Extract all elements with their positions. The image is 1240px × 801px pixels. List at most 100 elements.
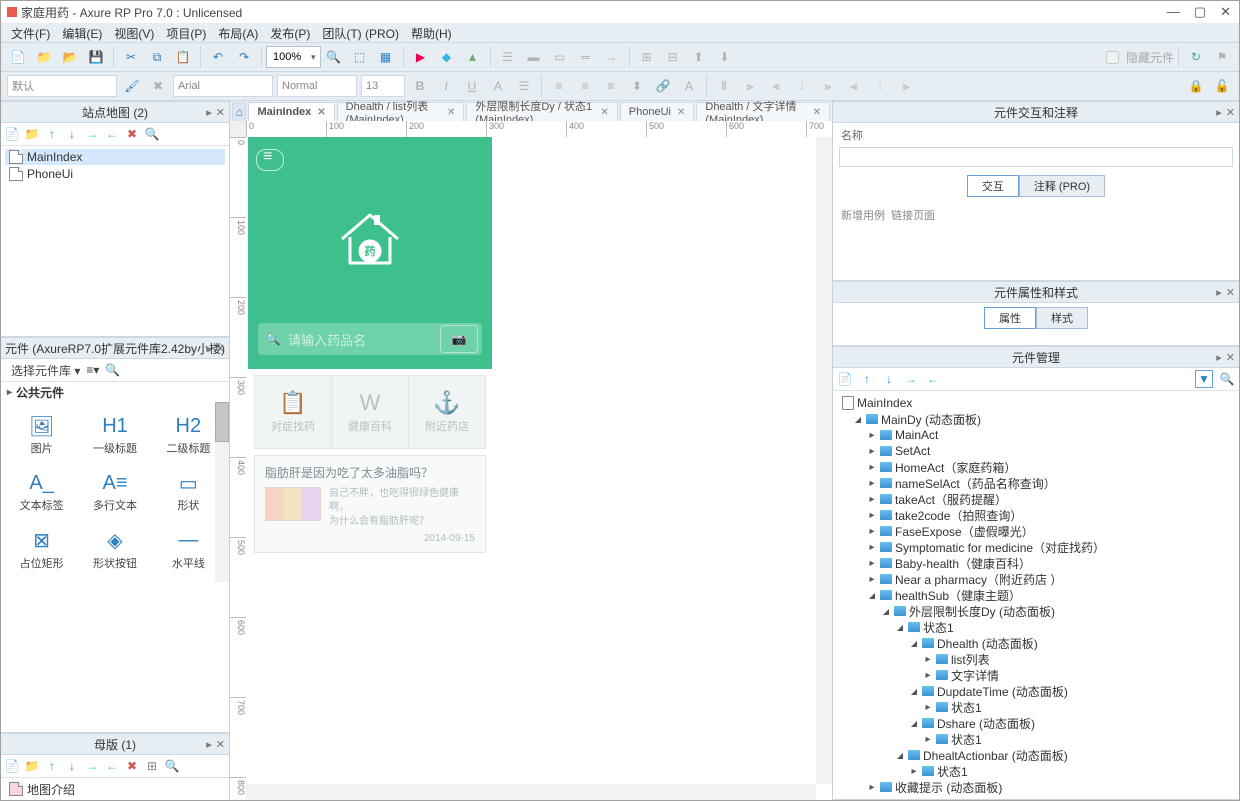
outline-item[interactable]: DupdateTime (动态面板): [839, 683, 1233, 699]
panel-collapse-icon[interactable]: ▸: [206, 738, 212, 751]
move-down-icon[interactable]: ↓: [65, 127, 79, 141]
master-delete-icon[interactable]: ✖: [125, 759, 139, 773]
undo-icon[interactable]: ↶: [207, 46, 229, 68]
phone-nav-slot[interactable]: W健康百科: [332, 376, 409, 448]
panel-collapse-icon[interactable]: ▸: [206, 106, 212, 119]
masters-tree[interactable]: 地图介绍: [1, 778, 229, 800]
tree-toggle-icon[interactable]: [923, 702, 933, 713]
add-folder-icon[interactable]: 📁: [25, 127, 39, 141]
selection-mode-icon[interactable]: ⬚: [349, 46, 371, 68]
mgr-up-icon[interactable]: ↑: [859, 371, 875, 387]
panel-close-icon[interactable]: ✕: [1226, 286, 1235, 299]
sitemap-item[interactable]: MainIndex: [5, 149, 225, 165]
redo-icon[interactable]: ↷: [233, 46, 255, 68]
mgr-new-icon[interactable]: 📄: [837, 371, 853, 387]
tree-toggle-icon[interactable]: [867, 510, 877, 521]
outline-item[interactable]: Near a pharmacy（附近药店 ）: [839, 571, 1233, 587]
mgr-filter-icon[interactable]: ▼: [1195, 370, 1213, 388]
canvas-scrollbar-horizontal[interactable]: [246, 784, 816, 800]
panel-collapse-icon[interactable]: ▸: [1216, 351, 1222, 364]
preview-icon[interactable]: ▶: [410, 46, 432, 68]
outline-item[interactable]: 状态1: [839, 699, 1233, 715]
tree-toggle-icon[interactable]: [909, 686, 919, 697]
widget-cell[interactable]: A≡多行文本: [78, 463, 151, 519]
tab-notes[interactable]: 注释 (PRO): [1019, 175, 1105, 197]
menu-item[interactable]: 视图(V): [108, 23, 160, 44]
tree-toggle-icon[interactable]: [867, 430, 877, 441]
panel-collapse-icon[interactable]: ▸: [206, 342, 212, 355]
search-widgets-icon[interactable]: 🔍: [105, 363, 120, 377]
tree-toggle-icon[interactable]: [923, 670, 933, 681]
tree-toggle-icon[interactable]: [895, 622, 905, 633]
mgr-right-icon[interactable]: →: [903, 371, 919, 387]
tree-toggle-icon[interactable]: [867, 526, 877, 537]
tree-toggle-icon[interactable]: [867, 446, 877, 457]
menu-item[interactable]: 帮助(H): [405, 23, 458, 44]
tab-close-icon[interactable]: ✕: [317, 107, 325, 118]
interactions-body[interactable]: 新增用例 链接页面: [833, 201, 1239, 280]
open-icon[interactable]: 📂: [59, 46, 81, 68]
share-icon[interactable]: ◆: [436, 46, 458, 68]
chevron-down-icon[interactable]: ▾: [311, 52, 316, 63]
outline-item[interactable]: Baby-health（健康百科）: [839, 555, 1233, 571]
tree-toggle-icon[interactable]: [909, 718, 919, 729]
hide-widgets-checkbox[interactable]: 隐藏元件: [1102, 48, 1174, 67]
delete-page-icon[interactable]: ✖: [125, 127, 139, 141]
page-tab[interactable]: Dhealth / 文字详情 (MainIndex)✕: [696, 102, 830, 121]
outline-item[interactable]: nameSelAct（药品名称查询）: [839, 475, 1233, 491]
menu-item[interactable]: 项目(P): [160, 23, 212, 44]
widget-cell[interactable]: ◈形状按钮: [78, 521, 151, 577]
camera-icon[interactable]: 📷: [440, 325, 478, 353]
tree-toggle-icon[interactable]: [867, 782, 877, 793]
tree-toggle-icon[interactable]: [895, 750, 905, 761]
master-up-icon[interactable]: ↑: [45, 759, 59, 773]
sitemap-item[interactable]: PhoneUi: [5, 166, 225, 182]
panel-collapse-icon[interactable]: ▸: [1216, 106, 1222, 119]
library-options-icon[interactable]: ≡▾: [86, 363, 99, 377]
tree-toggle-icon[interactable]: [923, 734, 933, 745]
outline-item[interactable]: MainAct: [839, 427, 1233, 443]
style-painter-icon[interactable]: 🖌: [121, 75, 143, 97]
page-tab[interactable]: Dhealth / list列表 (MainIndex)✕: [337, 102, 465, 121]
page-tab[interactable]: PhoneUi✕: [620, 102, 695, 121]
tree-toggle-icon[interactable]: [923, 654, 933, 665]
zoom-tool-icon[interactable]: 🔍: [323, 46, 345, 68]
tree-toggle-icon[interactable]: [867, 590, 877, 601]
copy-icon[interactable]: ⧉: [146, 46, 168, 68]
tabstrip-home-icon[interactable]: ⌂: [232, 102, 246, 121]
phone-searchbar[interactable]: 🔍 请输入药品名 📷: [258, 323, 482, 355]
panel-close-icon[interactable]: ✕: [216, 106, 225, 119]
outline-item[interactable]: 状态1: [839, 763, 1233, 779]
cut-icon[interactable]: ✂: [120, 46, 142, 68]
phone-mockup[interactable]: 药 🔍 请输入药品名 📷 📋对症找药W健康百科⚓附近药店 脂肪肝是因为吃了太多油…: [248, 137, 492, 559]
menu-item[interactable]: 发布(P): [264, 23, 316, 44]
page-tab[interactable]: MainIndex✕: [248, 102, 334, 121]
widgets-scrollbar[interactable]: [215, 402, 229, 582]
outline-root[interactable]: MainIndex: [839, 395, 1233, 411]
font-size-combo[interactable]: 13: [361, 75, 405, 97]
new-file-icon[interactable]: 📄: [7, 46, 29, 68]
design-canvas[interactable]: 药 🔍 请输入药品名 📷 📋对症找药W健康百科⚓附近药店 脂肪肝是因为吃了太多油…: [246, 137, 816, 784]
mgr-left-icon[interactable]: ←: [925, 371, 941, 387]
intersect-mode-icon[interactable]: ▦: [375, 46, 397, 68]
panel-close-icon[interactable]: ✕: [216, 342, 225, 355]
tree-toggle-icon[interactable]: [853, 414, 863, 425]
tab-close-icon[interactable]: ✕: [677, 107, 685, 118]
indent-icon[interactable]: ←: [105, 127, 119, 141]
outline-item[interactable]: take2code（拍照查询）: [839, 507, 1233, 523]
widget-style-combo[interactable]: 默认: [7, 75, 117, 97]
outline-item[interactable]: healthSub（健康主题）: [839, 587, 1233, 603]
widget-cell[interactable]: H2二级标题: [152, 406, 225, 462]
widget-cell[interactable]: 🖼图片: [5, 406, 78, 462]
hamburger-icon[interactable]: [256, 149, 284, 171]
master-item[interactable]: 地图介绍: [5, 781, 225, 797]
tree-toggle-icon[interactable]: [867, 574, 877, 585]
outline-item[interactable]: 文字详情: [839, 667, 1233, 683]
widget-cell[interactable]: H1一级标题: [78, 406, 151, 462]
search-sitemap-icon[interactable]: 🔍: [145, 127, 159, 141]
tree-toggle-icon[interactable]: [867, 494, 877, 505]
master-right-icon[interactable]: →: [85, 759, 99, 773]
outline-item[interactable]: 外层限制长度Dy (动态面板): [839, 603, 1233, 619]
master-search-icon[interactable]: 🔍: [165, 759, 179, 773]
menu-item[interactable]: 文件(F): [5, 23, 56, 44]
